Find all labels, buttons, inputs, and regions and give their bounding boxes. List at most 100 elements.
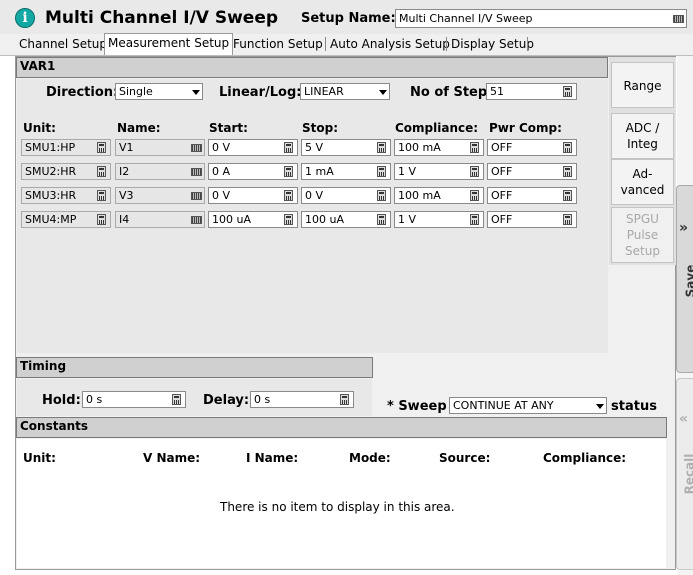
const-col-source: Source: <box>439 451 491 465</box>
keyboard-icon[interactable] <box>191 144 202 152</box>
unit-field[interactable]: SMU1:HP <box>21 139 111 156</box>
start-field[interactable]: 0 V <box>208 187 298 204</box>
stop-field[interactable]: 1 mA <box>301 163 391 180</box>
calculator-icon[interactable] <box>377 166 386 177</box>
calculator-icon[interactable] <box>284 190 293 201</box>
calculator-icon[interactable] <box>97 214 106 225</box>
pwr-comp-field[interactable]: OFF <box>487 187 577 204</box>
pwr-comp-value: OFF <box>491 213 513 226</box>
name-value: I4 <box>119 213 130 226</box>
advanced-label-line1: Ad- <box>632 167 653 181</box>
compliance-field[interactable]: 1 V <box>394 163 484 180</box>
compliance-value: 100 mA <box>398 189 441 202</box>
keyboard-icon[interactable] <box>673 15 684 23</box>
name-value: I2 <box>119 165 130 178</box>
spgu-label-line2: Pulse <box>626 228 659 242</box>
tab-divider <box>446 37 447 51</box>
calculator-icon[interactable] <box>284 166 293 177</box>
name-field[interactable]: I2 <box>115 163 205 180</box>
constants-header: Constants <box>16 417 667 438</box>
stop-value: 1 mA <box>305 165 334 178</box>
unit-field[interactable]: SMU3:HR <box>21 187 111 204</box>
stop-field[interactable]: 5 V <box>301 139 391 156</box>
save-panel-tab[interactable]: » Save <box>676 185 693 373</box>
save-panel-label: Save <box>683 264 693 298</box>
chevron-down-icon[interactable] <box>376 84 389 99</box>
col-start: Start: <box>209 121 248 135</box>
calculator-icon[interactable] <box>563 86 572 97</box>
const-col-unit: Unit: <box>23 451 56 465</box>
stop-value: 100 uA <box>305 213 344 226</box>
calculator-icon[interactable] <box>97 142 106 153</box>
calculator-icon[interactable] <box>340 394 349 405</box>
compliance-field[interactable]: 100 mA <box>394 187 484 204</box>
tab-function-setup[interactable]: Function Setup <box>230 35 326 53</box>
calculator-icon[interactable] <box>470 166 479 177</box>
calculator-icon[interactable] <box>377 214 386 225</box>
tab-divider <box>325 37 326 51</box>
start-field[interactable]: 0 V <box>208 139 298 156</box>
tab-channel-setup[interactable]: Channel Setup <box>16 35 110 53</box>
setup-name-field[interactable]: Multi Channel I/V Sweep <box>395 9 687 28</box>
chevron-down-icon[interactable] <box>189 84 202 99</box>
stop-field[interactable]: 100 uA <box>301 211 391 228</box>
start-field[interactable]: 0 A <box>208 163 298 180</box>
calculator-icon[interactable] <box>284 142 293 153</box>
setup-name-value: Multi Channel I/V Sweep <box>399 12 533 25</box>
name-field[interactable]: V3 <box>115 187 205 204</box>
spgu-pulse-setup-button[interactable]: SPGU Pulse Setup <box>611 207 674 263</box>
calculator-icon[interactable] <box>377 142 386 153</box>
adc-integ-button[interactable]: ADC / Integ <box>611 113 674 159</box>
stop-value: 0 V <box>305 189 324 202</box>
unit-value: SMU3:HR <box>25 189 77 202</box>
calculator-icon[interactable] <box>470 190 479 201</box>
const-col-v-name: V Name: <box>143 451 201 465</box>
range-button[interactable]: Range <box>611 62 674 108</box>
tab-display-setup[interactable]: Display Setup <box>448 35 537 53</box>
calculator-icon[interactable] <box>97 190 106 201</box>
keyboard-icon[interactable] <box>191 216 202 224</box>
delay-input[interactable]: 0 s <box>250 391 354 408</box>
calculator-icon[interactable] <box>563 214 572 225</box>
calculator-icon[interactable] <box>172 394 181 405</box>
keyboard-icon[interactable] <box>191 168 202 176</box>
keyboard-icon[interactable] <box>191 192 202 200</box>
advanced-button[interactable]: Ad- vanced <box>611 159 674 205</box>
hold-input[interactable]: 0 s <box>82 391 186 408</box>
tab-auto-analysis-setup[interactable]: Auto Analysis Setup <box>327 35 453 53</box>
linlog-select[interactable]: LINEAR <box>300 83 390 100</box>
start-field[interactable]: 100 uA <box>208 211 298 228</box>
unit-field[interactable]: SMU2:HR <box>21 163 111 180</box>
start-value: 0 A <box>212 165 231 178</box>
expand-icon: » <box>679 220 689 236</box>
name-field[interactable]: I4 <box>115 211 205 228</box>
pwr-comp-field[interactable]: OFF <box>487 211 577 228</box>
calculator-icon[interactable] <box>284 214 293 225</box>
calculator-icon[interactable] <box>563 166 572 177</box>
direction-select[interactable]: Single <box>115 83 203 100</box>
calculator-icon[interactable] <box>377 190 386 201</box>
spgu-label-line3: Setup <box>625 244 660 258</box>
compliance-field[interactable]: 1 V <box>394 211 484 228</box>
info-icon[interactable]: i <box>15 8 35 28</box>
name-field[interactable]: V1 <box>115 139 205 156</box>
col-pwr-comp: Pwr Comp: <box>489 121 562 135</box>
chevron-down-icon[interactable] <box>593 398 606 413</box>
var1-header: VAR1 <box>16 57 608 78</box>
sweep-status-select[interactable]: CONTINUE AT ANY <box>449 397 607 414</box>
adc-label-line1: ADC / <box>625 121 660 135</box>
calculator-icon[interactable] <box>470 142 479 153</box>
unit-field[interactable]: SMU4:MP <box>21 211 111 228</box>
start-value: 0 V <box>212 141 231 154</box>
calculator-icon[interactable] <box>470 214 479 225</box>
tab-divider <box>527 37 528 51</box>
calculator-icon[interactable] <box>97 166 106 177</box>
stop-field[interactable]: 0 V <box>301 187 391 204</box>
pwr-comp-field[interactable]: OFF <box>487 139 577 156</box>
pwr-comp-field[interactable]: OFF <box>487 163 577 180</box>
steps-input[interactable]: 51 <box>486 83 577 100</box>
compliance-field[interactable]: 100 mA <box>394 139 484 156</box>
calculator-icon[interactable] <box>563 190 572 201</box>
calculator-icon[interactable] <box>563 142 572 153</box>
tab-measurement-setup[interactable]: Measurement Setup <box>104 33 234 55</box>
